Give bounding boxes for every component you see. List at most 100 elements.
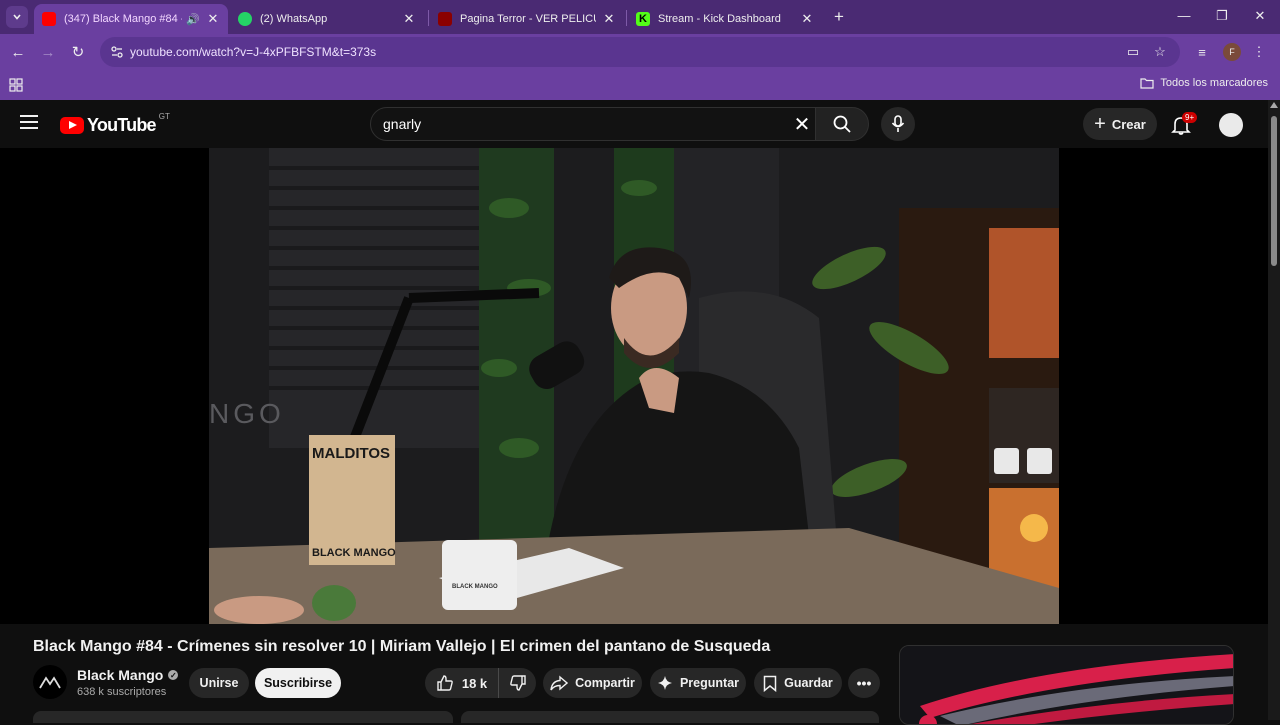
more-horizontal-icon: •••: [856, 675, 872, 691]
bookmark-star-icon[interactable]: ☆: [1151, 43, 1169, 61]
all-bookmarks-label: Todos los marcadores: [1160, 77, 1268, 89]
channel-avatar[interactable]: [33, 665, 67, 699]
video-still: NGO MALDITOS BLACK MANGO BLACK MANGO: [209, 148, 1059, 624]
voice-search-button[interactable]: [881, 107, 915, 141]
tab-title: Pagina Terror - VER PELICULAS: [460, 13, 596, 25]
video-frame[interactable]: NGO MALDITOS BLACK MANGO BLACK MANGO: [209, 148, 1059, 624]
mug-text: BLACK MANGO: [452, 584, 498, 590]
back-button[interactable]: ←: [8, 42, 28, 62]
black-mango-logo-icon: [39, 676, 61, 689]
close-window-button[interactable]: ✕: [1250, 8, 1270, 24]
share-button[interactable]: Compartir: [543, 668, 642, 698]
create-button[interactable]: + Crear: [1083, 108, 1157, 140]
forward-button[interactable]: →: [38, 42, 58, 62]
horror-site-icon: [438, 12, 452, 26]
chevron-down-icon: [13, 14, 21, 20]
save-label: Guardar: [784, 676, 833, 690]
subscribe-label: Suscribirse: [263, 676, 333, 690]
scroll-up-arrow[interactable]: [1270, 102, 1278, 108]
minimize-button[interactable]: —: [1174, 8, 1194, 23]
whatsapp-icon: [238, 12, 252, 26]
more-actions-button[interactable]: •••: [848, 668, 880, 698]
sidebar-ad-card[interactable]: [899, 645, 1234, 725]
youtube-wordmark: YouTube: [87, 115, 157, 135]
youtube-play-icon: [60, 117, 84, 134]
close-icon[interactable]: ✕: [800, 11, 814, 27]
clear-search-icon[interactable]: ✕: [793, 114, 811, 136]
restore-button[interactable]: ❐: [1212, 8, 1232, 24]
search-query-text: gnarly: [383, 116, 422, 132]
folder-icon: [1140, 78, 1154, 89]
thumbs-down-icon: [509, 675, 526, 691]
browser-toolbar: ← → ↻ youtube.com/watch?v=J-4xPFBFSTM&t=…: [0, 34, 1280, 70]
profile-avatar[interactable]: F: [1223, 43, 1241, 61]
comments-preview-box[interactable]: [461, 711, 879, 723]
like-dislike-group: 18 k: [425, 668, 536, 698]
search-button[interactable]: [815, 107, 869, 141]
tab-pagina-terror[interactable]: Pagina Terror - VER PELICULAS ✕: [430, 4, 624, 34]
youtube-icon: [42, 12, 56, 26]
bookmark-icon: [763, 675, 777, 692]
url-text: youtube.com/watch?v=J-4xPFBFSTM&t=373s: [130, 45, 377, 59]
subscribe-button[interactable]: Suscribirse: [255, 668, 341, 698]
search-icon: [833, 115, 851, 133]
wall-logo-text: NGO: [209, 398, 285, 429]
ask-label: Preguntar: [679, 676, 740, 690]
video-title: Black Mango #84 - Crímenes sin resolver …: [33, 638, 771, 655]
apps-grid-icon[interactable]: [9, 78, 23, 92]
join-button[interactable]: Unirse: [189, 668, 249, 698]
join-label: Unirse: [199, 676, 239, 690]
browser-tab-strip: (347) Black Mango #84 - Crí 🔊 ✕ (2) What…: [0, 0, 1280, 34]
notification-badge: 9+: [1182, 112, 1198, 123]
tab-title: (347) Black Mango #84 - Crí: [64, 13, 182, 25]
tab-kick[interactable]: K Stream - Kick Dashboard ✕: [628, 4, 822, 34]
new-tab-button[interactable]: +: [830, 7, 848, 27]
kebab-menu-icon[interactable]: ⋮: [1250, 43, 1268, 61]
thumbs-up-icon: [437, 675, 453, 691]
search-input[interactable]: gnarly: [370, 107, 816, 141]
dislike-button[interactable]: [499, 668, 536, 698]
youtube-logo[interactable]: YouTube GT: [60, 112, 170, 136]
speaker-icon[interactable]: 🔊: [186, 13, 200, 26]
tab-separator: [626, 10, 627, 26]
like-button[interactable]: 18 k: [425, 668, 499, 698]
media-queue-icon[interactable]: ≡: [1193, 43, 1211, 61]
country-code: GT: [158, 112, 170, 121]
reload-button[interactable]: ↻: [68, 42, 88, 62]
address-bar[interactable]: youtube.com/watch?v=J-4xPFBFSTM&t=373s: [100, 37, 1180, 67]
close-icon[interactable]: ✕: [602, 11, 616, 27]
tab-whatsapp[interactable]: (2) WhatsApp ✕: [230, 4, 424, 34]
create-label: Crear: [1111, 116, 1146, 132]
channel-name-row[interactable]: Black Mango ✓: [77, 667, 179, 683]
close-icon[interactable]: ✕: [402, 11, 416, 27]
all-bookmarks-button[interactable]: Todos los marcadores: [1140, 77, 1268, 89]
bookmarks-bar: Todos los marcadores: [0, 70, 1280, 100]
microphone-icon: [891, 115, 905, 132]
channel-name[interactable]: Black Mango: [77, 667, 163, 683]
hamburger-menu-icon[interactable]: [20, 115, 38, 129]
tab-search-button[interactable]: [6, 6, 28, 28]
scrollbar-thumb[interactable]: [1271, 116, 1277, 266]
tab-title: (2) WhatsApp: [260, 13, 328, 25]
subscriber-count: 638 k suscriptores: [77, 686, 167, 698]
youtube-header: YouTube GT gnarly ✕ + Crear 9+: [0, 100, 1268, 148]
like-count: 18 k: [461, 675, 488, 691]
description-box[interactable]: [33, 711, 453, 723]
share-arrow-icon: [550, 675, 569, 691]
save-button[interactable]: Guardar: [754, 668, 842, 698]
ask-button[interactable]: Preguntar: [650, 668, 746, 698]
kick-icon: K: [636, 12, 650, 26]
video-player[interactable]: NGO MALDITOS BLACK MANGO BLACK MANGO: [0, 148, 1268, 624]
tab-separator: [428, 10, 429, 26]
cast-icon[interactable]: ▭: [1124, 43, 1142, 61]
close-icon[interactable]: ✕: [206, 11, 220, 27]
ad-banner-image: [900, 646, 1233, 724]
verified-check-icon: ✓: [168, 670, 179, 680]
sparkle-icon: [657, 676, 672, 690]
user-avatar[interactable]: [1219, 113, 1243, 137]
site-info-icon[interactable]: [110, 45, 124, 59]
tab-youtube[interactable]: (347) Black Mango #84 - Crí 🔊 ✕: [34, 4, 228, 34]
page-scrollbar[interactable]: [1268, 100, 1280, 720]
book-brand-text: BLACK MANGO: [312, 547, 396, 559]
book-title-text: MALDITOS: [312, 445, 390, 462]
